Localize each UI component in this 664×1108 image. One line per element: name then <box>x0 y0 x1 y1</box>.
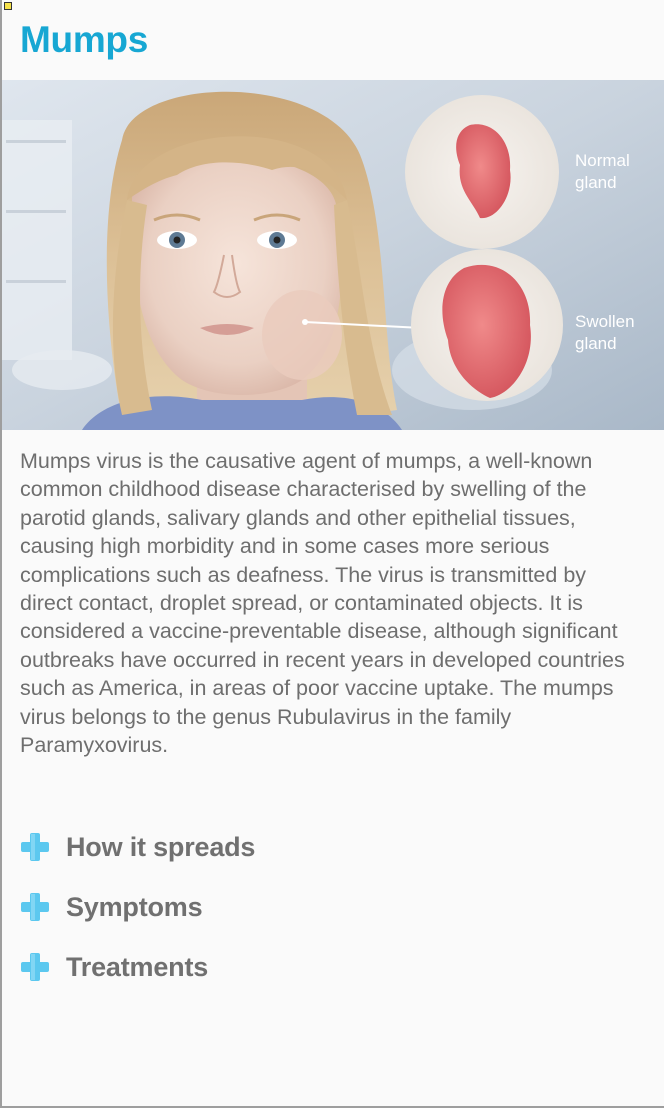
page-title: Mumps <box>20 19 149 60</box>
expandable-sections: How it spreads Symptoms Treatments <box>20 817 640 997</box>
plus-icon <box>20 952 50 982</box>
plus-icon <box>20 832 50 862</box>
section-symptoms[interactable]: Symptoms <box>20 877 640 937</box>
label-normal-gland-1: Normal <box>575 151 630 170</box>
section-label: How it spreads <box>66 831 256 862</box>
hero-image: Normal gland Swollen gland <box>2 80 664 430</box>
label-swollen-gland-1: Swollen <box>575 312 635 331</box>
section-how-it-spreads[interactable]: How it spreads <box>20 817 640 877</box>
app-screen: Mumps Normal gland Swollen gland Mumps v… <box>0 0 664 1108</box>
plus-icon <box>20 892 50 922</box>
section-label: Treatments <box>66 951 209 982</box>
label-swollen-gland-2: gland <box>575 334 617 353</box>
disease-description: Mumps virus is the causative agent of mu… <box>20 449 625 758</box>
label-normal-gland-2: gland <box>575 173 617 192</box>
window-corner-marker <box>4 2 12 10</box>
section-label: Symptoms <box>66 891 203 922</box>
section-treatments[interactable]: Treatments <box>20 937 640 997</box>
